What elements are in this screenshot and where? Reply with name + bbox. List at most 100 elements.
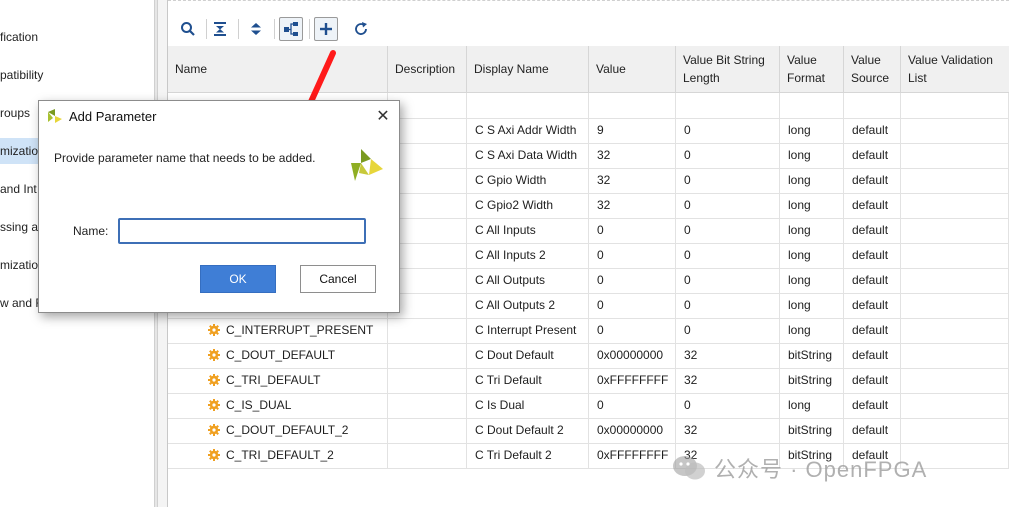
column-header-description[interactable]: Description: [388, 46, 467, 92]
table-cell: [676, 93, 780, 118]
format-cell: long: [780, 218, 844, 243]
value-cell: 0xFFFFFFFF: [589, 368, 676, 393]
table-cell: [901, 118, 1009, 143]
display-name-cell: C S Axi Addr Width: [467, 118, 589, 143]
bit-length-cell: 0: [676, 243, 780, 268]
table-cell: [780, 93, 844, 118]
bit-length-cell: 0: [676, 143, 780, 168]
value-cell: 0: [589, 268, 676, 293]
gear-icon: [208, 374, 220, 386]
param-name: C_INTERRUPT_PRESENT: [226, 323, 374, 337]
table-cell: [901, 393, 1009, 418]
column-header-bit-string-length-line1: Value Bit String: [683, 53, 765, 67]
table-row[interactable]: C_DOUT_DEFAULT_2 C Dout Default 2 0x000000…: [168, 418, 1009, 444]
gear-icon: [208, 399, 220, 411]
table-cell: [901, 343, 1009, 368]
display-name-cell: C Is Dual: [467, 393, 589, 418]
bit-length-cell: 32: [676, 418, 780, 443]
collapse-all-icon[interactable]: [208, 17, 232, 41]
bit-length-cell: 0: [676, 168, 780, 193]
sidebar-item-ports-and-interfaces[interactable]: and Int: [0, 178, 37, 200]
table-cell: [589, 93, 676, 118]
table-row[interactable]: C_DOUT_DEFAULT C Dout Default 0x00000000 32…: [168, 343, 1009, 369]
table-row[interactable]: C_INTERRUPT_PRESENT C Interrupt Present 0 0…: [168, 318, 1009, 344]
display-name-cell: C All Outputs 2: [467, 293, 589, 318]
value-cell: 32: [589, 193, 676, 218]
table-cell: [901, 143, 1009, 168]
table-row[interactable]: C_TRI_DEFAULT C Tri Default 0xFFFFFFFF 32 bi…: [168, 368, 1009, 394]
source-cell: default: [844, 218, 901, 243]
value-cell: 32: [589, 143, 676, 168]
format-cell: long: [780, 143, 844, 168]
table-cell: [901, 293, 1009, 318]
gear-icon: [208, 449, 220, 461]
table-cell: [901, 218, 1009, 243]
format-cell: long: [780, 243, 844, 268]
table-cell: [388, 343, 467, 368]
format-cell: long: [780, 393, 844, 418]
bit-length-cell: 0: [676, 118, 780, 143]
source-cell: default: [844, 268, 901, 293]
param-name: C_IS_DUAL: [226, 398, 292, 412]
add-icon[interactable]: [314, 17, 338, 41]
source-cell: default: [844, 243, 901, 268]
column-header-bit-string-length-line2: Length: [683, 71, 720, 85]
display-name-cell: C Interrupt Present: [467, 318, 589, 343]
column-header-bit-string-length[interactable]: Value Bit String Length: [676, 46, 780, 92]
column-header-value-format-line2: Format: [787, 71, 826, 85]
column-header-name[interactable]: Name: [168, 46, 388, 92]
param-name-cell: C_DOUT_DEFAULT: [168, 343, 388, 368]
format-cell: bitString: [780, 368, 844, 393]
source-cell: default: [844, 318, 901, 343]
sidebar-item-review-and-package[interactable]: w and F: [0, 292, 43, 314]
bit-length-cell: 32: [676, 343, 780, 368]
param-name-cell: C_INTERRUPT_PRESENT: [168, 318, 388, 343]
column-header-validation-list[interactable]: Value Validation List: [901, 46, 1009, 92]
expand-all-icon[interactable]: [244, 17, 268, 41]
column-header-value-source[interactable]: Value Source: [844, 46, 901, 92]
bit-length-cell: 0: [676, 293, 780, 318]
value-cell: 0: [589, 218, 676, 243]
sidebar-item-customization-gui[interactable]: mizatio: [0, 254, 38, 276]
source-cell: default: [844, 143, 901, 168]
sidebar-item-compatibility[interactable]: patibility: [0, 64, 43, 86]
bit-length-cell: 0: [676, 218, 780, 243]
format-cell: long: [780, 168, 844, 193]
param-name-cell: C_TRI_DEFAULT: [168, 368, 388, 393]
column-header-value[interactable]: Value: [589, 46, 676, 92]
hierarchy-icon[interactable]: [279, 17, 303, 41]
table-row[interactable]: C_IS_DUAL C Is Dual 0 0 long default: [168, 393, 1009, 419]
watermark-text: 公众号 · OpenFPGA: [714, 457, 928, 482]
ok-button[interactable]: OK: [200, 265, 276, 293]
sidebar-item-addressing-and-memory[interactable]: ssing a: [0, 216, 38, 238]
source-cell: default: [844, 393, 901, 418]
table-cell: [467, 93, 589, 118]
value-cell: 0x00000000: [589, 343, 676, 368]
wechat-icon: [673, 456, 705, 480]
bit-length-cell: 0: [676, 193, 780, 218]
cancel-button[interactable]: Cancel: [300, 265, 376, 293]
format-cell: long: [780, 293, 844, 318]
column-header-display-name[interactable]: Display Name: [467, 46, 589, 92]
source-cell: default: [844, 418, 901, 443]
sidebar-item-identification[interactable]: fication: [0, 26, 38, 48]
gear-icon: [208, 349, 220, 361]
search-icon[interactable]: [176, 17, 200, 41]
column-header-value-format[interactable]: Value Format: [780, 46, 844, 92]
sidebar-item-file-groups[interactable]: roups: [0, 102, 30, 124]
value-cell: 0x00000000: [589, 418, 676, 443]
table-cell: [388, 393, 467, 418]
dialog-title: Add Parameter: [69, 109, 157, 124]
close-icon[interactable]: ✕: [373, 107, 393, 127]
param-name: C_TRI_DEFAULT_2: [226, 448, 334, 462]
param-name-cell: C_IS_DUAL: [168, 393, 388, 418]
display-name-cell: C All Outputs: [467, 268, 589, 293]
parameter-name-input[interactable]: [118, 218, 366, 244]
format-cell: long: [780, 118, 844, 143]
dialog-title-bar[interactable]: Add Parameter ✕: [39, 101, 399, 133]
display-name-cell: C Dout Default 2: [467, 418, 589, 443]
bit-length-cell: 0: [676, 393, 780, 418]
display-name-cell: C All Inputs: [467, 218, 589, 243]
vivado-logo-icon: [48, 109, 62, 123]
refresh-icon[interactable]: [349, 17, 373, 41]
